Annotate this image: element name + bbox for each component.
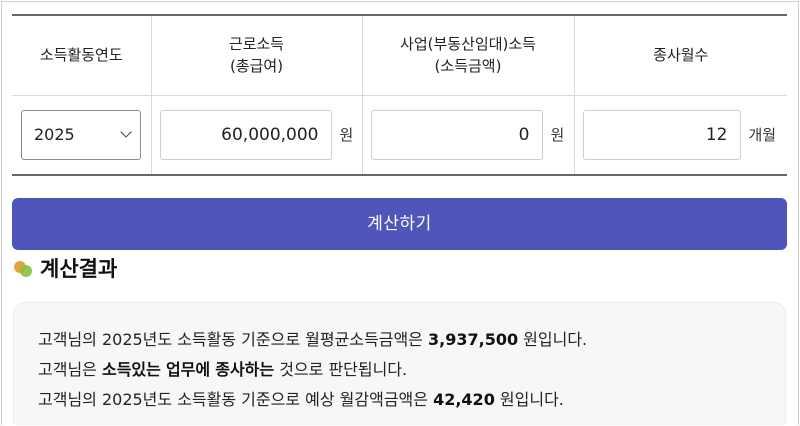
result-heading: 계산결과 — [14, 254, 117, 282]
chevron-down-icon — [120, 126, 132, 138]
result-box: 고객님의 2025년도 소득활동 기준으로 월평균소득금액은 3,937,500… — [13, 302, 786, 425]
cell-year: 2025 — [12, 95, 152, 176]
header-business-income: 사업(부동산임대)소득 (소득금액) — [362, 14, 575, 96]
result-line-judgement: 고객님은 소득있는 업무에 종사하는 것으로 판단됩니다. — [38, 355, 761, 385]
header-label: 종사월수 — [653, 46, 709, 65]
monthly-income-value: 3,937,500 — [428, 330, 519, 349]
months-input[interactable]: 12 — [582, 109, 741, 160]
judgement-bold: 소득있는 — [101, 360, 161, 379]
result-text: 고객님의 2025년도 소득활동 기준으로 월평균소득금액은 — [38, 330, 428, 349]
header-earned-income: 근로소득 (총급여) — [151, 14, 363, 96]
cell-earned-income: 60,000,000 원 — [151, 95, 363, 176]
months-group: 12 개월 — [582, 109, 780, 160]
bullet-dots-icon — [14, 258, 34, 278]
header-sublabel: (총급여) — [229, 57, 284, 76]
result-line-reduction: 고객님의 2025년도 소득활동 기준으로 예상 월감액금액은 42,420 원… — [38, 385, 761, 415]
result-title: 계산결과 — [40, 257, 118, 281]
judgement-bold: 업무에 — [165, 360, 211, 379]
result-text: 원입니다. — [494, 390, 564, 409]
header-label: 사업(부동산임대)소득 — [400, 35, 536, 54]
header-income-year: 소득활동연도 — [12, 14, 152, 96]
income-input-table: 소득활동연도 근로소득 (총급여) 사업(부동산임대)소득 (소득금액) 종사월… — [12, 14, 787, 176]
earned-income-unit: 원 — [339, 126, 354, 145]
year-select-value: 2025 — [34, 124, 75, 144]
header-months: 종사월수 — [574, 14, 787, 96]
result-text: 고객님의 2025년도 소득활동 기준으로 예상 월감액금액은 — [38, 390, 434, 409]
judgement-bold: 종사하는 — [215, 360, 275, 379]
earned-income-group: 60,000,000 원 — [159, 109, 354, 160]
header-sublabel: (소득금액) — [434, 57, 502, 76]
result-text: 원입니다. — [518, 330, 588, 349]
cell-months: 12 개월 — [574, 95, 787, 176]
table-header-row: 소득활동연도 근로소득 (총급여) 사업(부동산임대)소득 (소득금액) 종사월… — [12, 14, 787, 96]
year-select[interactable]: 2025 — [21, 109, 141, 160]
header-label: 근로소득 — [228, 35, 285, 54]
result-text: 고객님은 — [38, 360, 102, 379]
calculate-button[interactable]: 계산하기 — [12, 198, 787, 250]
business-income-group: 0 원 — [370, 109, 566, 160]
earned-income-input[interactable]: 60,000,000 — [159, 109, 332, 160]
months-unit: 개월 — [748, 126, 777, 145]
reduction-amount-value: 42,420 — [433, 390, 495, 409]
cell-business-income: 0 원 — [362, 95, 575, 176]
business-income-input[interactable]: 0 — [370, 109, 543, 160]
table-input-row: 2025 60,000,000 원 0 원 12 개월 — [12, 95, 787, 176]
header-label: 소득활동연도 — [39, 46, 123, 65]
calculator-frame: 소득활동연도 근로소득 (총급여) 사업(부동산임대)소득 (소득금액) 종사월… — [1, 1, 799, 425]
result-line-monthly-income: 고객님의 2025년도 소득활동 기준으로 월평균소득금액은 3,937,500… — [38, 325, 761, 355]
result-text: 것으로 판단됩니다. — [274, 360, 408, 379]
business-income-unit: 원 — [550, 126, 565, 145]
